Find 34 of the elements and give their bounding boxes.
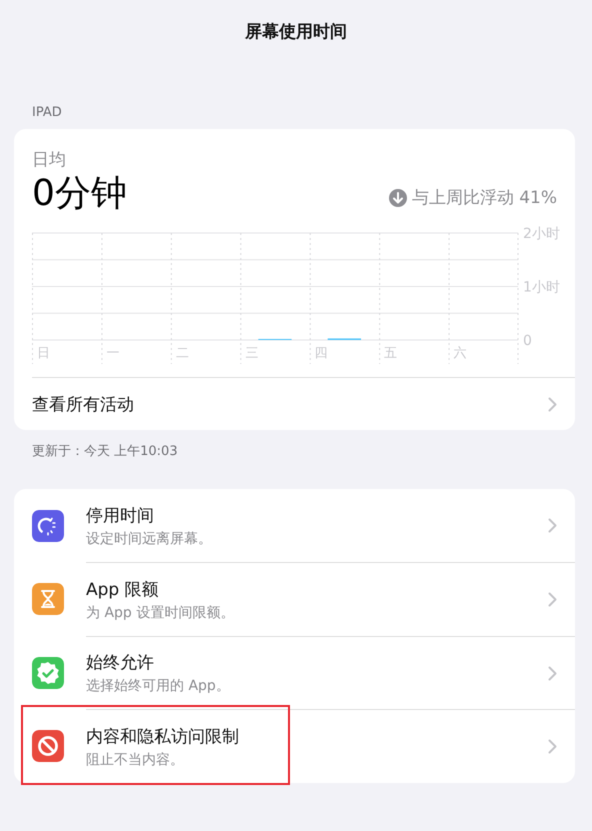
settings-row[interactable]: 停用时间 设定时间远离屏幕。	[14, 489, 575, 562]
day-label: 一	[106, 346, 120, 361]
row-title: 始终允许	[86, 652, 155, 674]
settings-row[interactable]: 始终允许 选择始终可用的 App。	[14, 636, 575, 710]
row-subtitle: 选择始终可用的 App。	[86, 677, 230, 696]
day-label: 三	[245, 346, 258, 361]
average-label: 日均	[32, 149, 66, 171]
average-value: 0分钟	[32, 173, 127, 215]
row-title: 停用时间	[86, 504, 155, 527]
trend-text: 与上周比浮动 41%	[412, 187, 557, 209]
row-subtitle: 为 App 设置时间限额。	[86, 604, 234, 622]
row-title: 内容和隐私访问限制	[86, 726, 239, 748]
chevron-icon	[548, 666, 557, 681]
window-title: 屏幕使用时间	[244, 21, 348, 44]
settings-row[interactable]: App 限额 为 App 设置时间限额。	[14, 562, 575, 636]
day-label: 五	[384, 346, 398, 361]
row-title: App 限额	[86, 578, 160, 601]
section-label: IPAD	[32, 105, 62, 120]
day-label: 四	[314, 346, 328, 361]
day-label: 日	[37, 346, 50, 361]
chevron-icon	[548, 396, 557, 412]
axis-label: 2小时	[523, 226, 560, 242]
chevron-icon	[548, 592, 557, 608]
chevron-icon	[548, 518, 557, 534]
settings-row[interactable]: 内容和隐私访问限制 阻止不当内容。	[14, 710, 575, 783]
chevron-icon	[548, 739, 557, 754]
day-label: 六	[454, 346, 467, 361]
updated-text: 更新于：今天 上午10:03	[32, 443, 178, 460]
row-subtitle: 阻止不当内容。	[86, 750, 185, 769]
day-label: 二	[176, 346, 189, 361]
row-subtitle: 设定时间远离屏幕。	[86, 530, 212, 548]
axis-label: 1小时	[523, 280, 560, 296]
all-activity-row[interactable]: 查看所有活动	[32, 377, 575, 430]
axis-label: 0	[523, 333, 532, 349]
